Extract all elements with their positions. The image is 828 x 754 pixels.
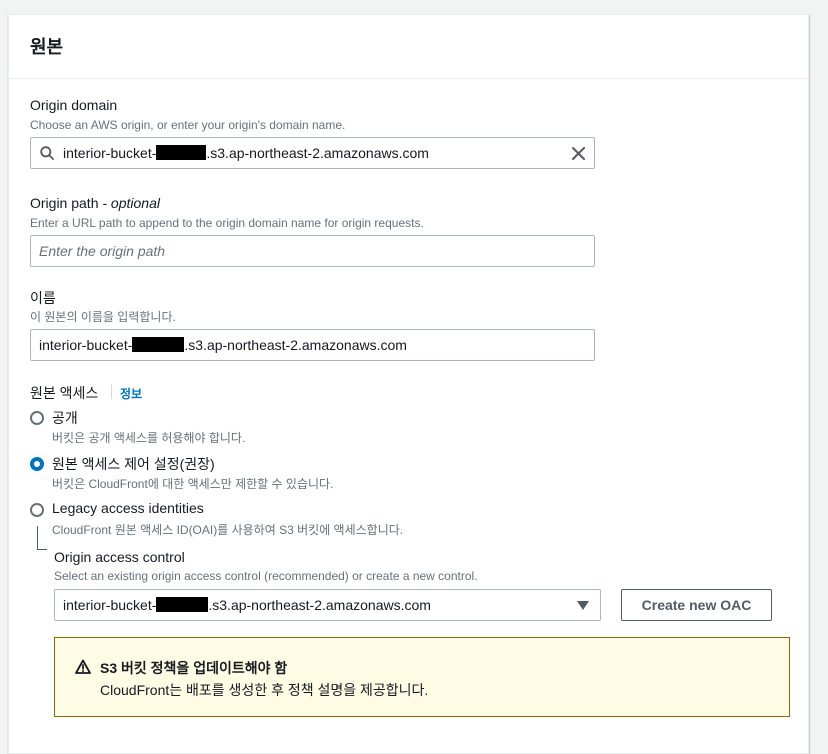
origin-domain-label: Origin domain — [30, 97, 118, 113]
name-input[interactable]: interior-bucket- .s3.ap-northeast-2.amazo… — [30, 329, 595, 361]
radio-oac-label: 원본 액세스 제어 설정(권장) — [52, 456, 215, 472]
warning-title: S3 버킷 정책을 업데이트해야 함 — [100, 660, 288, 676]
origin-domain-input[interactable]: interior-bucket- .s3.ap-northeast-2.amazo… — [30, 137, 595, 169]
tree-connector-vertical — [37, 526, 38, 550]
radio-legacy[interactable] — [30, 503, 44, 517]
warning-alert: S3 버킷 정책을 업데이트해야 함 CloudFront는 배포를 생성한 후… — [54, 637, 790, 717]
origin-access-info-link[interactable]: 정보 — [120, 385, 142, 402]
oac-select[interactable]: interior-bucket- .s3.ap-northeast-2.amazo… — [54, 589, 601, 621]
origin-path-description: Enter a URL path to append to the origin… — [30, 216, 424, 230]
origin-access-label: 원본 액세스 — [30, 385, 99, 401]
redaction-box — [156, 597, 209, 612]
name-description: 이 원본의 이름을 입력합니다. — [30, 310, 176, 324]
label-divider — [111, 384, 112, 399]
radio-legacy-description: CloudFront 원본 액세스 ID(OAI)를 사용하여 S3 버킷에 액… — [52, 523, 404, 537]
origin-path-input[interactable]: Enter the origin path — [30, 235, 595, 267]
search-icon — [40, 146, 54, 160]
origin-domain-value-prefix: interior-bucket- — [63, 145, 157, 161]
origin-path-placeholder: Enter the origin path — [39, 243, 166, 259]
radio-oac[interactable] — [30, 457, 44, 471]
origin-panel: 원본 Origin domain Choose an AWS origin, o… — [8, 14, 809, 754]
oac-value-suffix: .s3.ap-northeast-2.amazonaws.com — [208, 597, 431, 613]
radio-public-label: 공개 — [52, 410, 78, 426]
warning-icon — [75, 659, 91, 674]
create-new-oac-button[interactable]: Create new OAC — [621, 589, 772, 621]
oac-value-prefix: interior-bucket- — [63, 597, 157, 613]
clear-icon[interactable] — [572, 147, 585, 160]
origin-path-label-text: Origin path — [30, 195, 99, 211]
radio-public-description: 버킷은 공개 액세스를 허용해야 합니다. — [52, 431, 246, 445]
redaction-box — [132, 337, 185, 352]
redaction-box — [156, 145, 207, 160]
origin-domain-value-suffix: .s3.ap-northeast-2.amazonaws.com — [206, 145, 429, 161]
panel-title: 원본 — [30, 37, 64, 57]
name-label: 이름 — [30, 290, 56, 306]
tree-connector-horizontal — [37, 549, 47, 550]
oac-label: Origin access control — [54, 549, 185, 565]
origin-domain-description: Choose an AWS origin, or enter your orig… — [30, 118, 346, 132]
radio-public[interactable] — [30, 411, 44, 425]
oac-description: Select an existing origin access control… — [54, 569, 478, 583]
radio-legacy-label: Legacy access identities — [52, 500, 204, 516]
name-value-prefix: interior-bucket- — [39, 337, 133, 353]
origin-path-optional: - optional — [102, 195, 160, 211]
warning-message: CloudFront는 배포를 생성한 후 정책 설명을 제공합니다. — [100, 682, 429, 698]
origin-path-label: Origin path - optional — [30, 195, 160, 211]
panel-header: 원본 — [9, 15, 808, 79]
radio-oac-description: 버킷은 CloudFront에 대한 액세스만 제한할 수 있습니다. — [52, 477, 334, 491]
name-value-suffix: .s3.ap-northeast-2.amazonaws.com — [184, 337, 407, 353]
caret-down-icon — [577, 601, 589, 610]
